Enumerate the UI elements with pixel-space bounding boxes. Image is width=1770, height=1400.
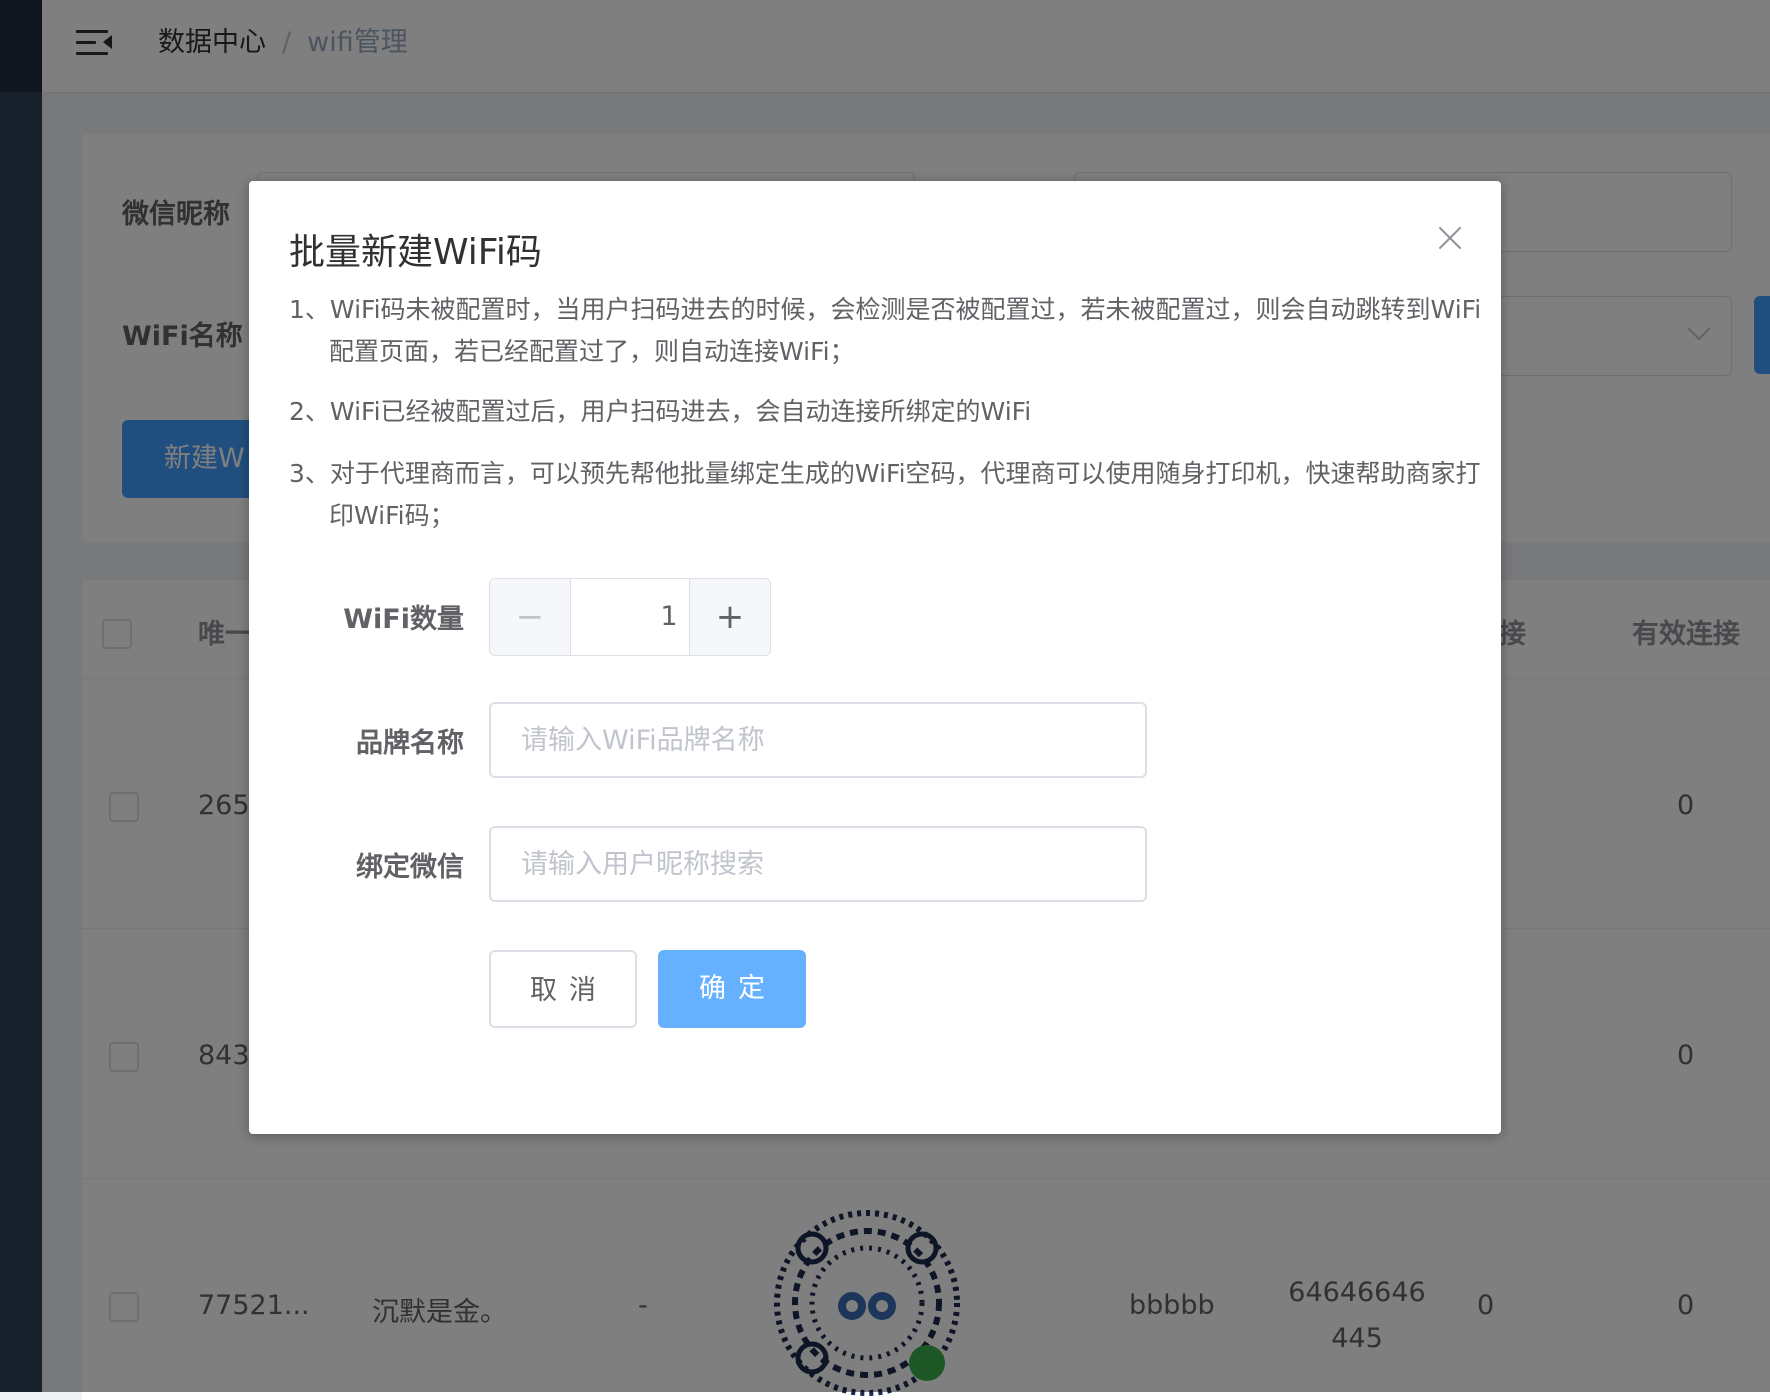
confirm-button[interactable]: 确定 xyxy=(658,950,806,1028)
bind-wechat-input[interactable] xyxy=(489,826,1147,902)
batch-create-wifi-dialog: 批量新建WiFi码 1、WiFi码未被配置时，当用户扫码进去的时候，会检测是否被… xyxy=(249,181,1501,1134)
brand-name-label: 品牌名称 xyxy=(356,728,464,759)
dialog-title: 批量新建WiFi码 xyxy=(289,232,542,273)
brand-name-input[interactable] xyxy=(489,702,1147,778)
dialog-note-2: 2、WiFi已经被配置过后，用户扫码进去，会自动连接所绑定的WiFi xyxy=(289,397,1032,426)
decrease-button[interactable]: − xyxy=(490,579,571,655)
increase-button[interactable]: + xyxy=(689,579,770,655)
cancel-button[interactable]: 取消 xyxy=(489,950,637,1028)
dialog-note-3: 3、对于代理商而言，可以预先帮他批量绑定生成的WiFi空码，代理商可以使用随身打… xyxy=(289,459,1481,530)
close-icon[interactable] xyxy=(1435,223,1465,253)
wifi-quantity-stepper: − 1 + xyxy=(489,578,771,656)
bind-wechat-label: 绑定微信 xyxy=(356,852,464,883)
dialog-note-1: 1、WiFi码未被配置时，当用户扫码进去的时候，会检测是否被配置过，若未被配置过… xyxy=(289,295,1482,366)
wifi-quantity-label: WiFi数量 xyxy=(343,604,464,635)
